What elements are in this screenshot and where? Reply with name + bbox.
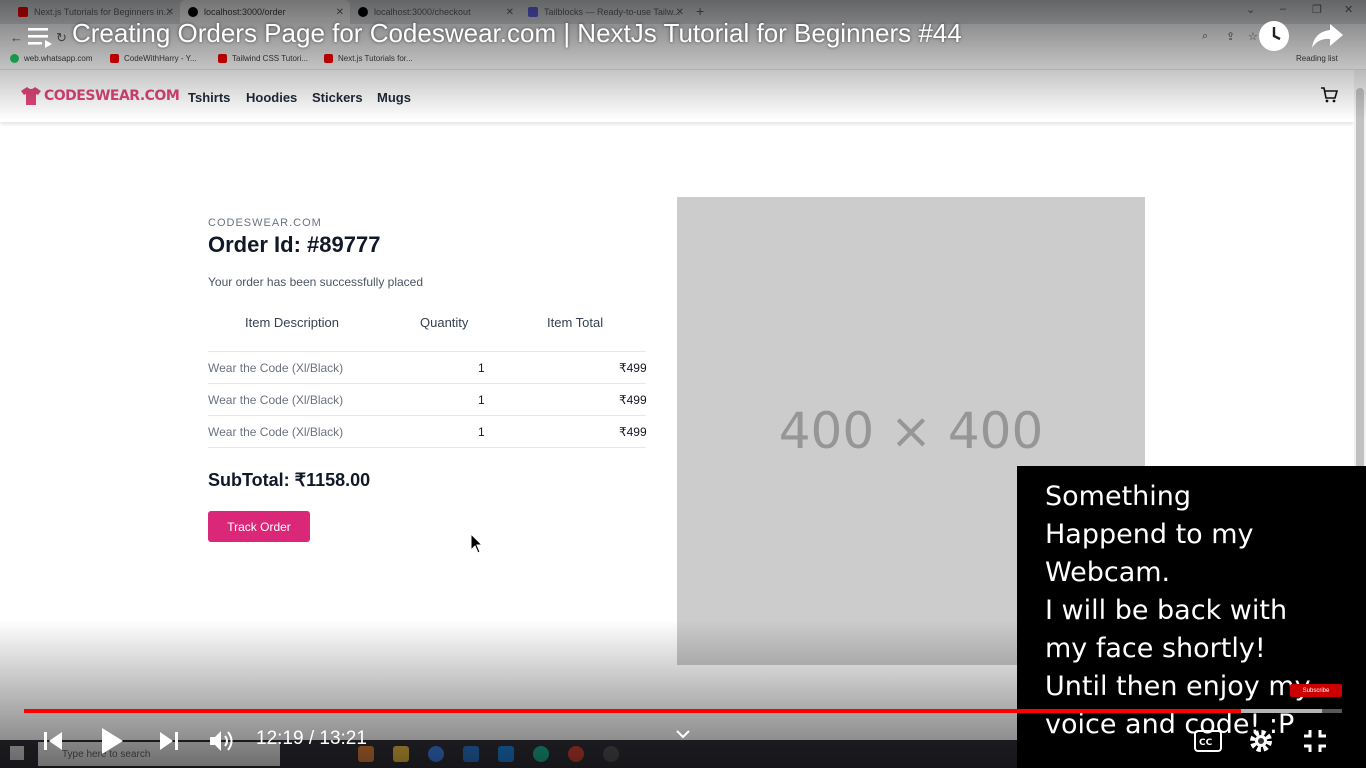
item-name: Wear the Code (Xl/Black) [208, 361, 344, 375]
site-navbar: CODESWEAR.COM Tshirts Hoodies Stickers M… [0, 70, 1354, 122]
bookmark-item[interactable]: Tailwind CSS Tutori... [218, 54, 308, 63]
playlist-icon[interactable] [28, 26, 54, 50]
youtube-icon [110, 54, 119, 63]
bookmark-label: Next.js Tutorials for... [338, 54, 413, 63]
mouse-pointer-icon [470, 533, 484, 554]
settings-gear-icon[interactable] [1248, 728, 1274, 754]
tab-label: Next.js Tutorials for Beginners in... [34, 7, 172, 17]
table-divider [208, 351, 646, 352]
exit-fullscreen-icon[interactable] [1302, 728, 1328, 754]
previous-icon[interactable] [42, 730, 64, 752]
close-tab-icon[interactable]: ✕ [336, 7, 344, 18]
brand-label: CODESWEAR.COM [208, 217, 322, 229]
placeholder-label: 400 × 400 [778, 402, 1044, 460]
obs-icon[interactable] [603, 746, 619, 762]
nav-mugs[interactable]: Mugs [377, 90, 411, 105]
table-divider [208, 383, 646, 384]
nav-stickers[interactable]: Stickers [312, 90, 363, 105]
watch-later-icon[interactable] [1258, 20, 1290, 52]
order-success-message: Your order has been successfully placed [208, 275, 424, 289]
maximize-icon[interactable]: ❐ [1312, 3, 1322, 16]
item-quantity: 1 [478, 425, 485, 439]
item-quantity: 1 [478, 361, 485, 375]
bookmark-item[interactable]: CodeWithHarry - Y... [110, 54, 197, 63]
subtotal: SubTotal: ₹1158.00 [208, 470, 371, 490]
subscribe-label: Subscribe [1302, 687, 1330, 694]
item-name: Wear the Code (Xl/Black) [208, 425, 344, 439]
nextjs-favicon-icon [358, 7, 368, 17]
bookmark-label: Tailwind CSS Tutori... [232, 54, 309, 63]
todo-icon[interactable] [463, 746, 479, 762]
progress-played [24, 709, 1241, 713]
share-page-icon[interactable]: ⇪ [1226, 30, 1235, 43]
reading-list[interactable]: Reading list [1296, 54, 1338, 63]
track-order-button[interactable]: Track Order [208, 511, 310, 542]
column-header-description: Item Description [245, 315, 339, 330]
file-explorer-icon[interactable] [393, 746, 409, 762]
tshirt-logo-icon [21, 87, 41, 105]
subscribe-watermark[interactable]: Subscribe [1290, 684, 1342, 697]
chevron-down-icon[interactable] [675, 728, 691, 740]
tab-label: localhost:3000/order [204, 7, 286, 17]
webcam-notice-panel: Something Happend to my Webcam. I will b… [1017, 466, 1366, 768]
whatsapp-icon [10, 54, 19, 63]
bookmark-label: CodeWithHarry - Y... [124, 54, 197, 63]
item-quantity: 1 [478, 393, 485, 407]
reload-icon[interactable]: ↻ [56, 30, 67, 46]
play-icon[interactable] [99, 727, 125, 755]
minimize-icon[interactable]: – [1280, 3, 1286, 15]
close-tab-icon[interactable]: ✕ [676, 7, 684, 18]
volume-icon[interactable] [208, 728, 236, 754]
tab-label: Tailblocks — Ready-to-use Tailw... [544, 7, 681, 17]
captions-icon[interactable]: CC [1194, 730, 1222, 752]
youtube-icon [324, 54, 333, 63]
close-window-icon[interactable]: ✕ [1344, 3, 1353, 16]
tab-label: localhost:3000/checkout [374, 7, 471, 17]
chrome-icon[interactable] [428, 746, 444, 762]
item-total: ₹499 [619, 361, 647, 375]
site-logo[interactable]: CODESWEAR.COM [20, 86, 180, 106]
table-divider [208, 447, 646, 448]
new-tab-icon[interactable]: + [696, 3, 704, 19]
windows-start-icon[interactable] [10, 746, 24, 760]
item-total: ₹499 [619, 393, 647, 407]
tab-search-icon[interactable]: ⌄ [1246, 3, 1255, 16]
webcam-notice-text: Something Happend to my Webcam. I will b… [1045, 481, 1311, 740]
chrome-alt-icon[interactable] [568, 746, 584, 762]
nav-hoodies[interactable]: Hoodies [246, 90, 297, 105]
close-tab-icon[interactable]: ✕ [506, 7, 514, 18]
nextjs-favicon-icon [188, 7, 198, 17]
video-time: 12:19 / 13:21 [256, 728, 367, 749]
zoom-icon[interactable]: ⌕ [1202, 30, 1208, 43]
tailblocks-favicon-icon [528, 7, 538, 17]
svg-text:CC: CC [1199, 738, 1213, 748]
youtube-icon [218, 54, 227, 63]
logo-text: CODESWEAR.COM [44, 88, 180, 104]
column-header-quantity: Quantity [420, 315, 469, 330]
bookmark-item[interactable]: web.whatsapp.com [10, 54, 92, 63]
close-tab-icon[interactable]: ✕ [166, 7, 174, 18]
order-title: Order Id: #89777 [208, 232, 381, 257]
vscode-icon[interactable] [498, 746, 514, 762]
bookmark-item[interactable]: Next.js Tutorials for... [324, 54, 413, 63]
column-header-total: Item Total [547, 315, 604, 330]
bookmarks-bar: web.whatsapp.com CodeWithHarry - Y... Ta… [0, 52, 1366, 70]
nav-tshirts[interactable]: Tshirts [188, 90, 230, 105]
item-name: Wear the Code (Xl/Black) [208, 393, 344, 407]
share-icon[interactable] [1310, 22, 1344, 50]
table-divider [208, 415, 646, 416]
back-icon[interactable]: ← [10, 30, 23, 45]
video-progress-bar[interactable] [24, 709, 1342, 713]
cart-icon[interactable] [1320, 86, 1338, 104]
item-total: ₹499 [619, 425, 647, 439]
bookmark-star-icon[interactable]: ☆ [1248, 30, 1258, 43]
next-icon[interactable] [158, 730, 180, 752]
bookmark-label: web.whatsapp.com [24, 54, 93, 63]
video-title[interactable]: Creating Orders Page for Codeswear.com |… [72, 18, 962, 49]
edge-icon[interactable] [533, 746, 549, 762]
youtube-favicon-icon [18, 7, 28, 17]
